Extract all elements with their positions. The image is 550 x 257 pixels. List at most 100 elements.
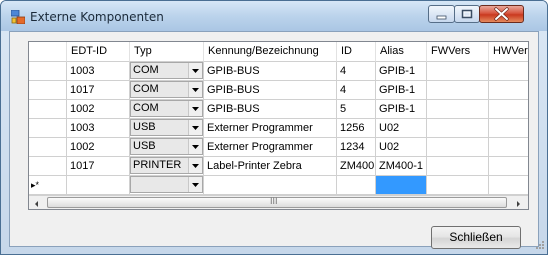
row-header[interactable]: [29, 100, 67, 119]
horizontal-scrollbar[interactable]: III: [29, 195, 528, 209]
cell-hwver[interactable]: [489, 81, 528, 100]
typ-combobox-value: COM: [133, 102, 159, 114]
window: Externe Komponenten EDT-ID Typ Kennung/B…: [0, 0, 548, 255]
cell-kennung[interactable]: GPIB-BUS: [204, 81, 337, 100]
form-icon: [11, 10, 25, 24]
scroll-thumb[interactable]: III: [47, 196, 507, 208]
chevron-left-icon: [35, 201, 38, 207]
grid-corner-header: [29, 42, 67, 62]
column-header-id[interactable]: ID: [337, 42, 376, 62]
typ-combobox-value: USB: [133, 140, 156, 152]
cell-hwver[interactable]: [489, 138, 528, 157]
cell-edt-id[interactable]: 1017: [67, 157, 130, 176]
scroll-left-button[interactable]: [29, 196, 45, 209]
cell-fwvers[interactable]: [427, 100, 489, 119]
typ-combobox[interactable]: COM: [130, 62, 203, 79]
column-header-typ[interactable]: Typ: [130, 42, 204, 62]
cell-edt-id[interactable]: 1017: [67, 81, 130, 100]
cell-hwver[interactable]: [489, 157, 528, 176]
cell-alias-new-selected[interactable]: [376, 176, 427, 195]
cell-typ[interactable]: COM: [130, 81, 204, 100]
typ-combobox[interactable]: COM: [130, 100, 203, 117]
cell-hwver[interactable]: [489, 62, 528, 81]
schliessen-button[interactable]: Schließen: [431, 226, 521, 249]
cell-alias[interactable]: U02: [376, 119, 427, 138]
components-grid[interactable]: EDT-ID Typ Kennung/Bezeichnung ID Alias …: [28, 41, 529, 210]
cell-typ[interactable]: COM: [130, 62, 204, 81]
row-header[interactable]: [29, 119, 67, 138]
row-header[interactable]: [29, 138, 67, 157]
dropdown-arrow-icon[interactable]: [188, 101, 202, 116]
title-bar[interactable]: Externe Komponenten: [1, 1, 547, 31]
cell-kennung[interactable]: GPIB-BUS: [204, 100, 337, 119]
typ-combobox-value: COM: [133, 64, 159, 76]
cell-id[interactable]: 5: [337, 100, 376, 119]
cell-fwvers[interactable]: [427, 157, 489, 176]
cell-typ-new[interactable]: [130, 176, 204, 195]
cell-alias[interactable]: U02: [376, 138, 427, 157]
cell-edt-id[interactable]: 1003: [67, 119, 130, 138]
cell-alias[interactable]: GPIB-1: [376, 100, 427, 119]
cell-edt-id[interactable]: 1002: [67, 100, 130, 119]
cell-typ[interactable]: USB: [130, 119, 204, 138]
maximize-button[interactable]: [454, 5, 480, 23]
dropdown-arrow-icon[interactable]: [188, 63, 202, 78]
row-header[interactable]: [29, 157, 67, 176]
cell-hwver-new[interactable]: [489, 176, 528, 195]
row-header[interactable]: [29, 81, 67, 100]
cell-typ[interactable]: COM: [130, 100, 204, 119]
dropdown-arrow-icon[interactable]: [188, 139, 202, 154]
typ-combobox[interactable]: USB: [130, 138, 203, 155]
cell-id-new[interactable]: [337, 176, 376, 195]
window-title: Externe Komponenten: [30, 10, 164, 24]
column-header-kennung[interactable]: Kennung/Bezeichnung: [204, 42, 337, 62]
cell-edt-id-new[interactable]: [67, 176, 130, 195]
cell-alias[interactable]: GPIB-1: [376, 62, 427, 81]
cell-kennung[interactable]: Label-Printer Zebra: [204, 157, 337, 176]
cell-hwver[interactable]: [489, 119, 528, 138]
cell-fwvers[interactable]: [427, 138, 489, 157]
cell-id[interactable]: 1234: [337, 138, 376, 157]
minimize-button[interactable]: [428, 5, 455, 23]
cell-kennung-new[interactable]: [204, 176, 337, 195]
cell-alias[interactable]: ZM400-1: [376, 157, 427, 176]
column-header-fwvers[interactable]: FWVers: [427, 42, 489, 62]
cell-kennung[interactable]: Externer Programmer: [204, 138, 337, 157]
new-row-header[interactable]: ▸*: [29, 176, 67, 195]
dropdown-arrow-icon[interactable]: [188, 82, 202, 97]
row-header[interactable]: [29, 62, 67, 81]
typ-combobox[interactable]: COM: [130, 81, 203, 98]
scroll-thumb-grip: III: [270, 196, 278, 206]
cell-fwvers[interactable]: [427, 81, 489, 100]
column-header-alias[interactable]: Alias: [376, 42, 427, 62]
dropdown-arrow-icon[interactable]: [188, 158, 202, 173]
typ-combobox[interactable]: [130, 176, 203, 193]
cell-edt-id[interactable]: 1003: [67, 62, 130, 81]
typ-combobox-value: PRINTER: [133, 159, 182, 171]
dropdown-arrow-icon[interactable]: [188, 177, 202, 192]
cell-fwvers[interactable]: [427, 119, 489, 138]
cell-fwvers[interactable]: [427, 62, 489, 81]
column-header-hwver[interactable]: HWVer: [489, 42, 528, 62]
resize-grip-icon[interactable]: [533, 240, 545, 252]
cell-alias[interactable]: GPIB-1: [376, 81, 427, 100]
cell-kennung[interactable]: GPIB-BUS: [204, 62, 337, 81]
close-window-button[interactable]: [479, 5, 524, 23]
typ-combobox[interactable]: PRINTER: [130, 157, 203, 174]
cell-edt-id[interactable]: 1002: [67, 138, 130, 157]
cell-hwver[interactable]: [489, 100, 528, 119]
cell-id[interactable]: 1256: [337, 119, 376, 138]
cell-id[interactable]: 4: [337, 62, 376, 81]
scroll-right-button[interactable]: [510, 196, 526, 209]
cell-kennung[interactable]: Externer Programmer: [204, 119, 337, 138]
typ-combobox[interactable]: USB: [130, 119, 203, 136]
cell-id[interactable]: 4: [337, 81, 376, 100]
dropdown-arrow-icon[interactable]: [188, 120, 202, 135]
column-header-edt-id[interactable]: EDT-ID: [67, 42, 130, 62]
typ-combobox-value: COM: [133, 83, 159, 95]
cell-id[interactable]: ZM400: [337, 157, 376, 176]
cell-fwvers-new[interactable]: [427, 176, 489, 195]
chevron-right-icon: [517, 201, 520, 207]
cell-typ[interactable]: PRINTER: [130, 157, 204, 176]
cell-typ[interactable]: USB: [130, 138, 204, 157]
